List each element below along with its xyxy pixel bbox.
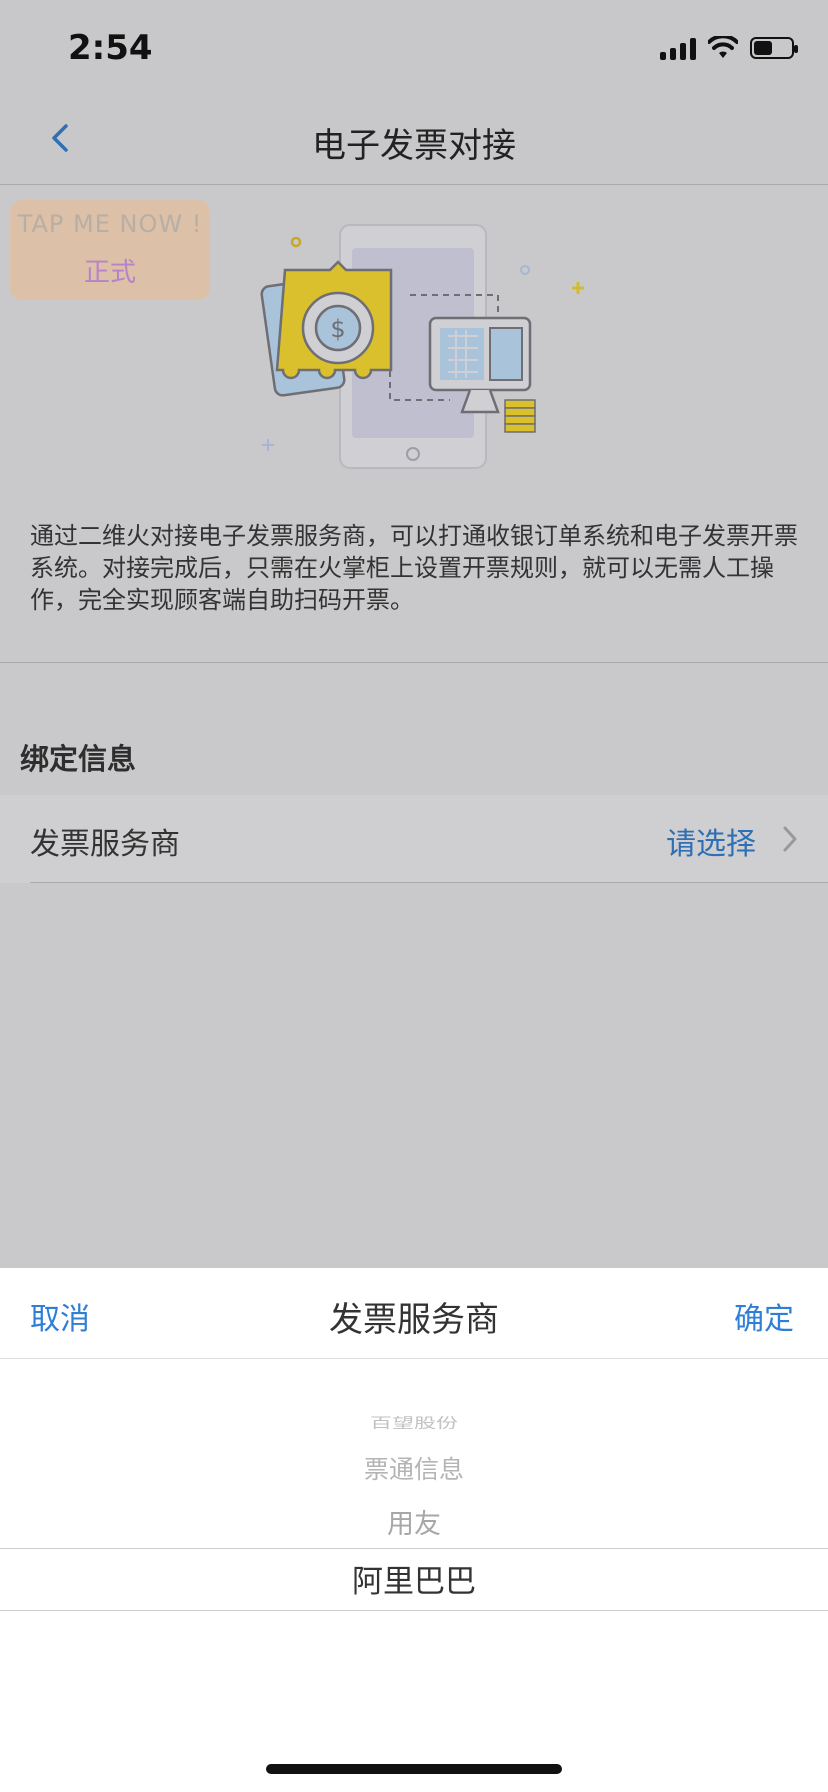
- wifi-icon: [708, 36, 738, 58]
- picker-header: 取消 发票服务商 确定: [0, 1268, 828, 1359]
- home-indicator: [266, 1764, 562, 1774]
- picker-option[interactable]: 票通信息: [0, 1450, 828, 1486]
- picker-selection-line-bottom: [0, 1610, 828, 1611]
- provider-label: 发票服务商: [30, 827, 180, 862]
- status-time: 2:54: [68, 28, 153, 68]
- picker-option[interactable]: 用友: [0, 1502, 828, 1541]
- description-text: 通过二维火对接电子发票服务商，可以打通收银订单系统和电子发票开票系统。对接完成后…: [30, 522, 798, 614]
- environment-label: 正式: [83, 258, 136, 288]
- provider-select-value[interactable]: 请选择: [666, 819, 756, 863]
- invoice-illustration: $: [260, 224, 584, 469]
- section-divider: [0, 662, 828, 663]
- provider-picker-sheet: 取消 发票服务商 确定 百望股份 票通信息 用友 阿里巴巴: [0, 1268, 828, 1792]
- page-title: 电子发票对接: [312, 126, 516, 166]
- confirm-button[interactable]: 确定: [734, 1294, 794, 1338]
- chevron-right-icon: [783, 826, 797, 852]
- battery-icon: [750, 37, 798, 59]
- binding-section-title: 绑定信息: [20, 742, 137, 776]
- invoice-provider-row[interactable]: 发票服务商 请选择: [0, 795, 828, 883]
- provider-picker-wheel[interactable]: 百望股份 票通信息 用友 阿里巴巴: [0, 1358, 828, 1688]
- picker-title: 发票服务商: [329, 1300, 499, 1340]
- status-bar: 2:54: [0, 0, 828, 92]
- picker-selection-line-top: [0, 1548, 828, 1549]
- picker-option[interactable]: 百望股份: [0, 1412, 828, 1433]
- cellular-signal-icon: [660, 36, 696, 60]
- svg-text:$: $: [330, 315, 345, 343]
- row-divider: [30, 882, 828, 883]
- tap-me-text: TAP ME NOW !: [17, 210, 203, 238]
- status-icons: [660, 36, 798, 60]
- picker-option-selected[interactable]: 阿里巴巴: [0, 1556, 828, 1601]
- tap-me-badge[interactable]: TAP ME NOW ! 正式: [10, 200, 210, 300]
- navigation-bar: 电子发票对接: [0, 92, 828, 185]
